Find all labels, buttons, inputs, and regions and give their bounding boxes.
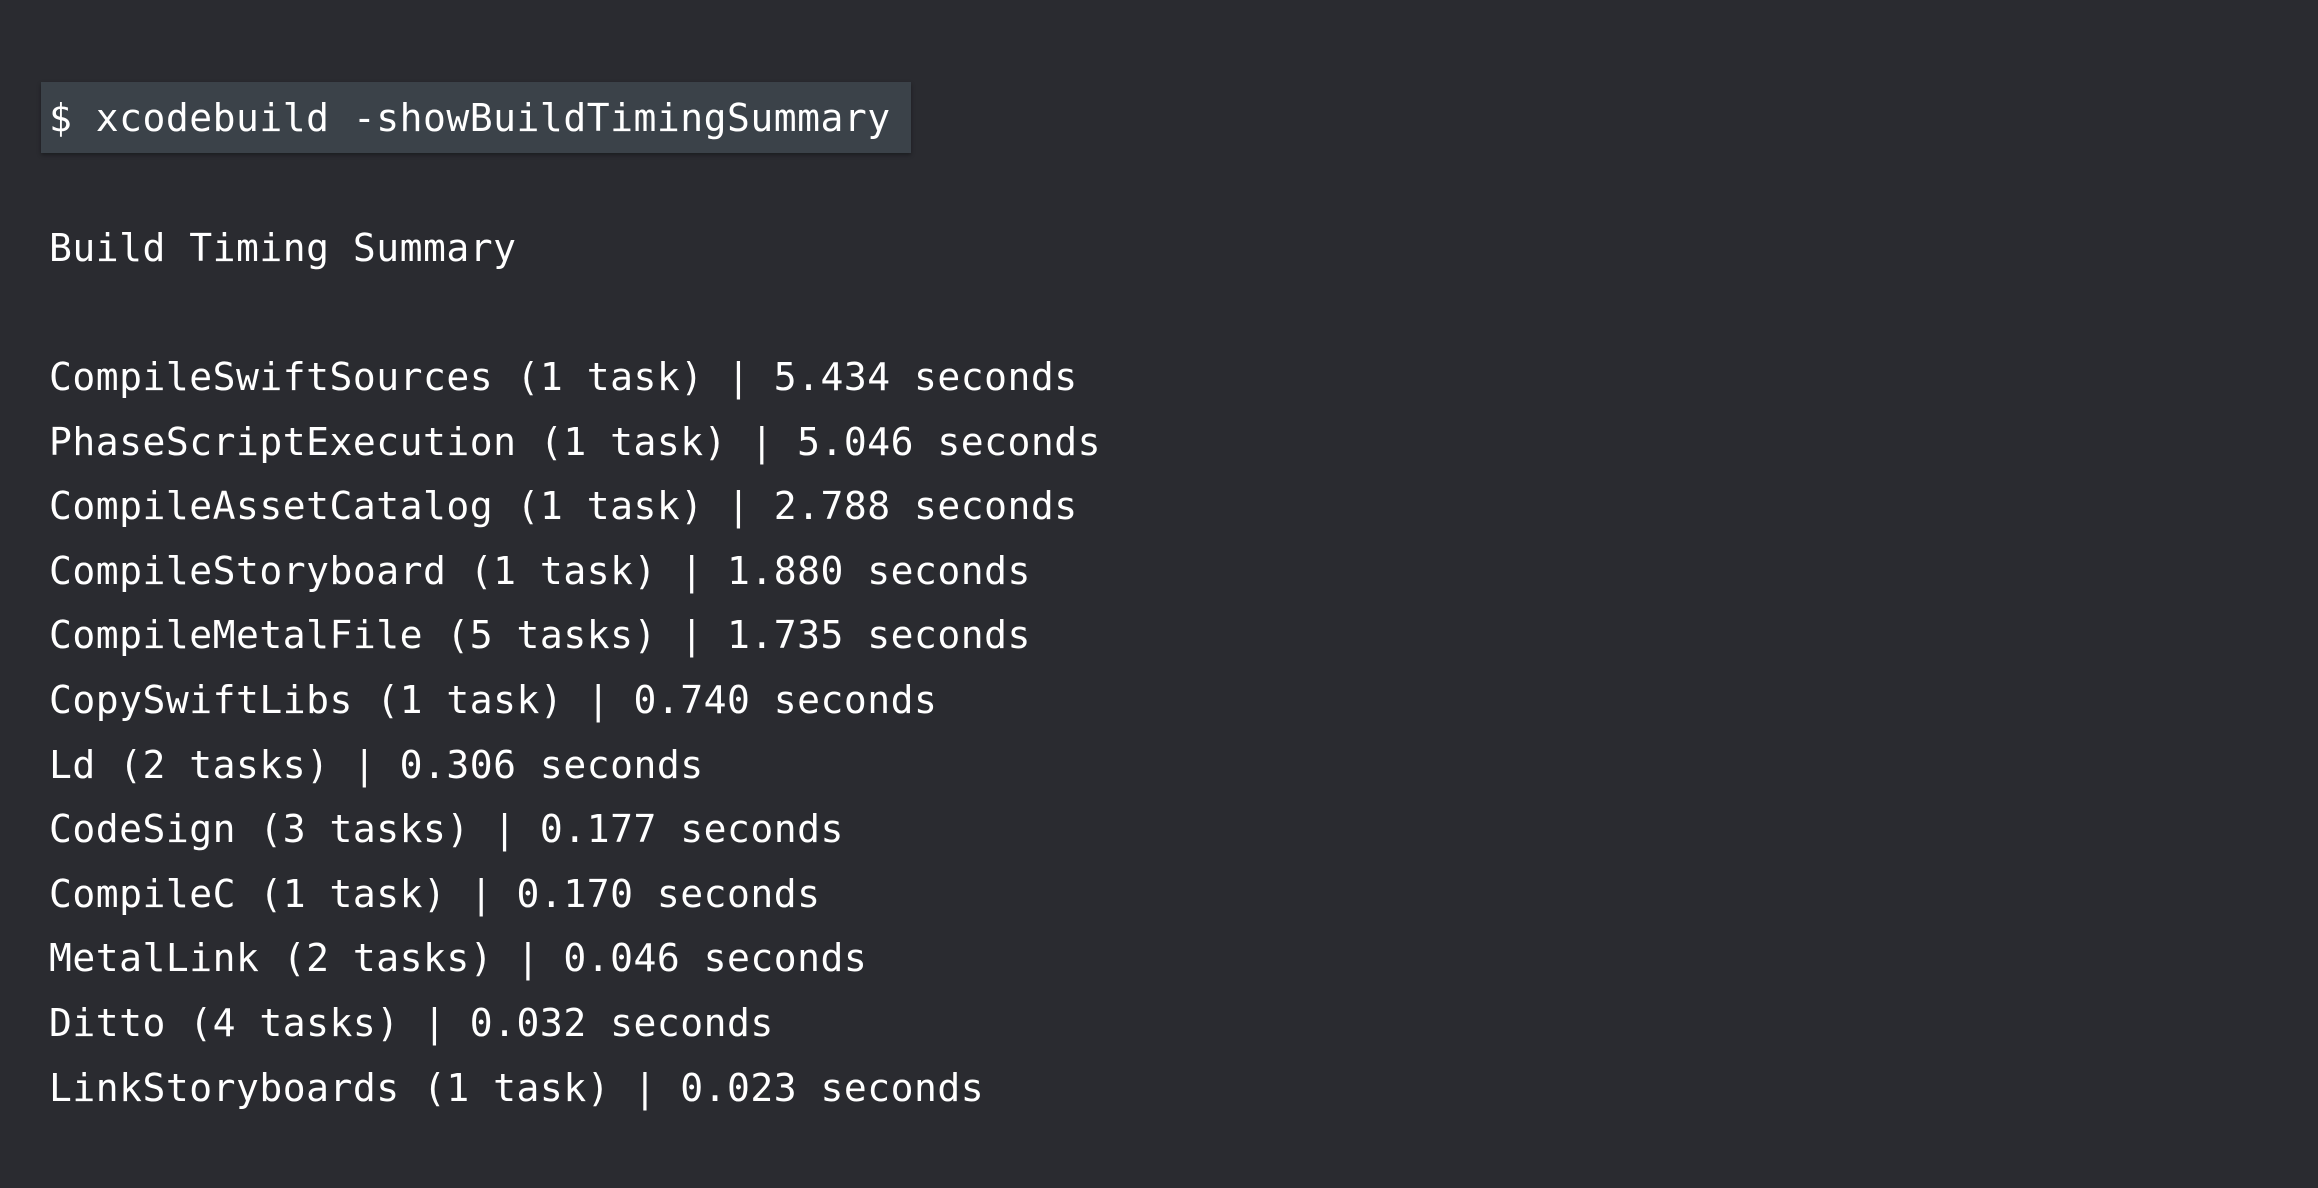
build-timing-summary-title: Build Timing Summary <box>49 226 517 270</box>
timing-row: CopySwiftLibs (1 task) | 0.740 seconds <box>49 677 938 722</box>
timing-row: CompileMetalFile (5 tasks) | 1.735 secon… <box>49 613 1031 658</box>
timing-row: CompileStoryboard (1 task) | 1.880 secon… <box>49 548 1031 593</box>
command-line[interactable]: $ xcodebuild -showBuildTimingSummary <box>41 82 911 153</box>
timing-row: MetalLink (2 tasks) | 0.046 seconds <box>49 936 868 981</box>
timing-summary-list: CompileSwiftSources (1 task) | 5.434 sec… <box>49 351 1101 1126</box>
timing-row: CompileAssetCatalog (1 task) | 2.788 sec… <box>49 484 1078 529</box>
timing-row: CompileC (1 task) | 0.170 seconds <box>49 871 821 916</box>
timing-row: CompileSwiftSources (1 task) | 5.434 sec… <box>49 355 1078 399</box>
timing-row: PhaseScriptExecution (1 task) | 5.046 se… <box>49 419 1102 464</box>
terminal-output: $ xcodebuild -showBuildTimingSummary Bui… <box>0 0 2318 1188</box>
timing-row: LinkStoryboards (1 task) | 0.023 seconds <box>49 1065 985 1110</box>
timing-row: Ditto (4 tasks) | 0.032 seconds <box>49 1000 774 1045</box>
timing-row: Ld (2 tasks) | 0.306 seconds <box>49 742 704 787</box>
timing-row: CodeSign (3 tasks) | 0.177 seconds <box>49 807 844 852</box>
